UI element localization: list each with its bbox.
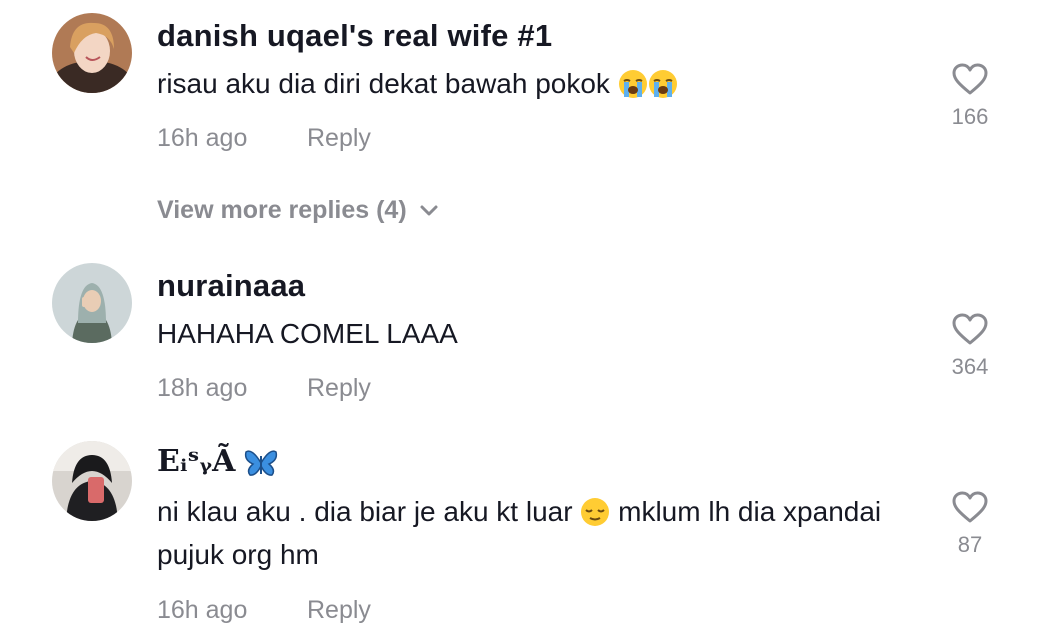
comment-meta: 16h ago Reply — [157, 596, 371, 625]
username[interactable]: danish uqael's real wife #1 — [157, 18, 552, 54]
timestamp: 18h ago — [157, 374, 248, 402]
comment-text: ni klau aku . dia biar je aku kt luar mk… — [157, 490, 917, 576]
reply-button[interactable]: Reply — [307, 124, 371, 153]
comments-panel: danish uqael's real wife #1 risau aku di… — [0, 0, 1044, 644]
comment-text-part1: ni klau aku . dia biar je aku kt luar — [157, 496, 581, 527]
comment-text-content: risau aku dia diri dekat bawah pokok — [157, 68, 618, 99]
heart-icon[interactable] — [951, 490, 989, 524]
chevron-down-icon — [420, 205, 438, 216]
reply-button[interactable]: Reply — [307, 374, 371, 403]
avatar[interactable] — [52, 441, 132, 521]
like-control: 364 — [930, 312, 1010, 380]
like-control: 87 — [930, 490, 1010, 558]
timestamp: 16h ago — [157, 124, 248, 152]
loudly-crying-face-emoji — [648, 70, 677, 98]
like-count: 166 — [951, 104, 989, 129]
username-text: EᵢˢᵧÃ — [157, 444, 236, 479]
avatar[interactable] — [52, 263, 132, 343]
comment-meta: 18h ago Reply — [157, 374, 371, 403]
view-more-replies-button[interactable]: View more replies (4) — [157, 196, 439, 225]
heart-icon[interactable] — [951, 312, 989, 346]
reply-button[interactable]: Reply — [307, 596, 371, 625]
relieved-face-emoji — [581, 498, 610, 526]
butterfly-emoji — [244, 450, 277, 476]
username[interactable]: nurainaaa — [157, 268, 305, 304]
avatar[interactable] — [52, 13, 132, 93]
username[interactable]: EᵢˢᵧÃ — [157, 444, 278, 479]
comment-text: risau aku dia diri dekat bawah pokok — [157, 62, 917, 105]
like-count: 87 — [957, 532, 983, 557]
comment-meta: 16h ago Reply — [157, 124, 371, 153]
loudly-crying-face-emoji — [618, 70, 647, 98]
like-count: 364 — [951, 354, 989, 379]
heart-icon[interactable] — [951, 62, 989, 96]
comment-text: HAHAHA COMEL LAAA — [157, 318, 458, 349]
view-more-label: View more replies (4) — [157, 196, 407, 224]
timestamp: 16h ago — [157, 596, 248, 624]
like-control: 166 — [930, 62, 1010, 130]
